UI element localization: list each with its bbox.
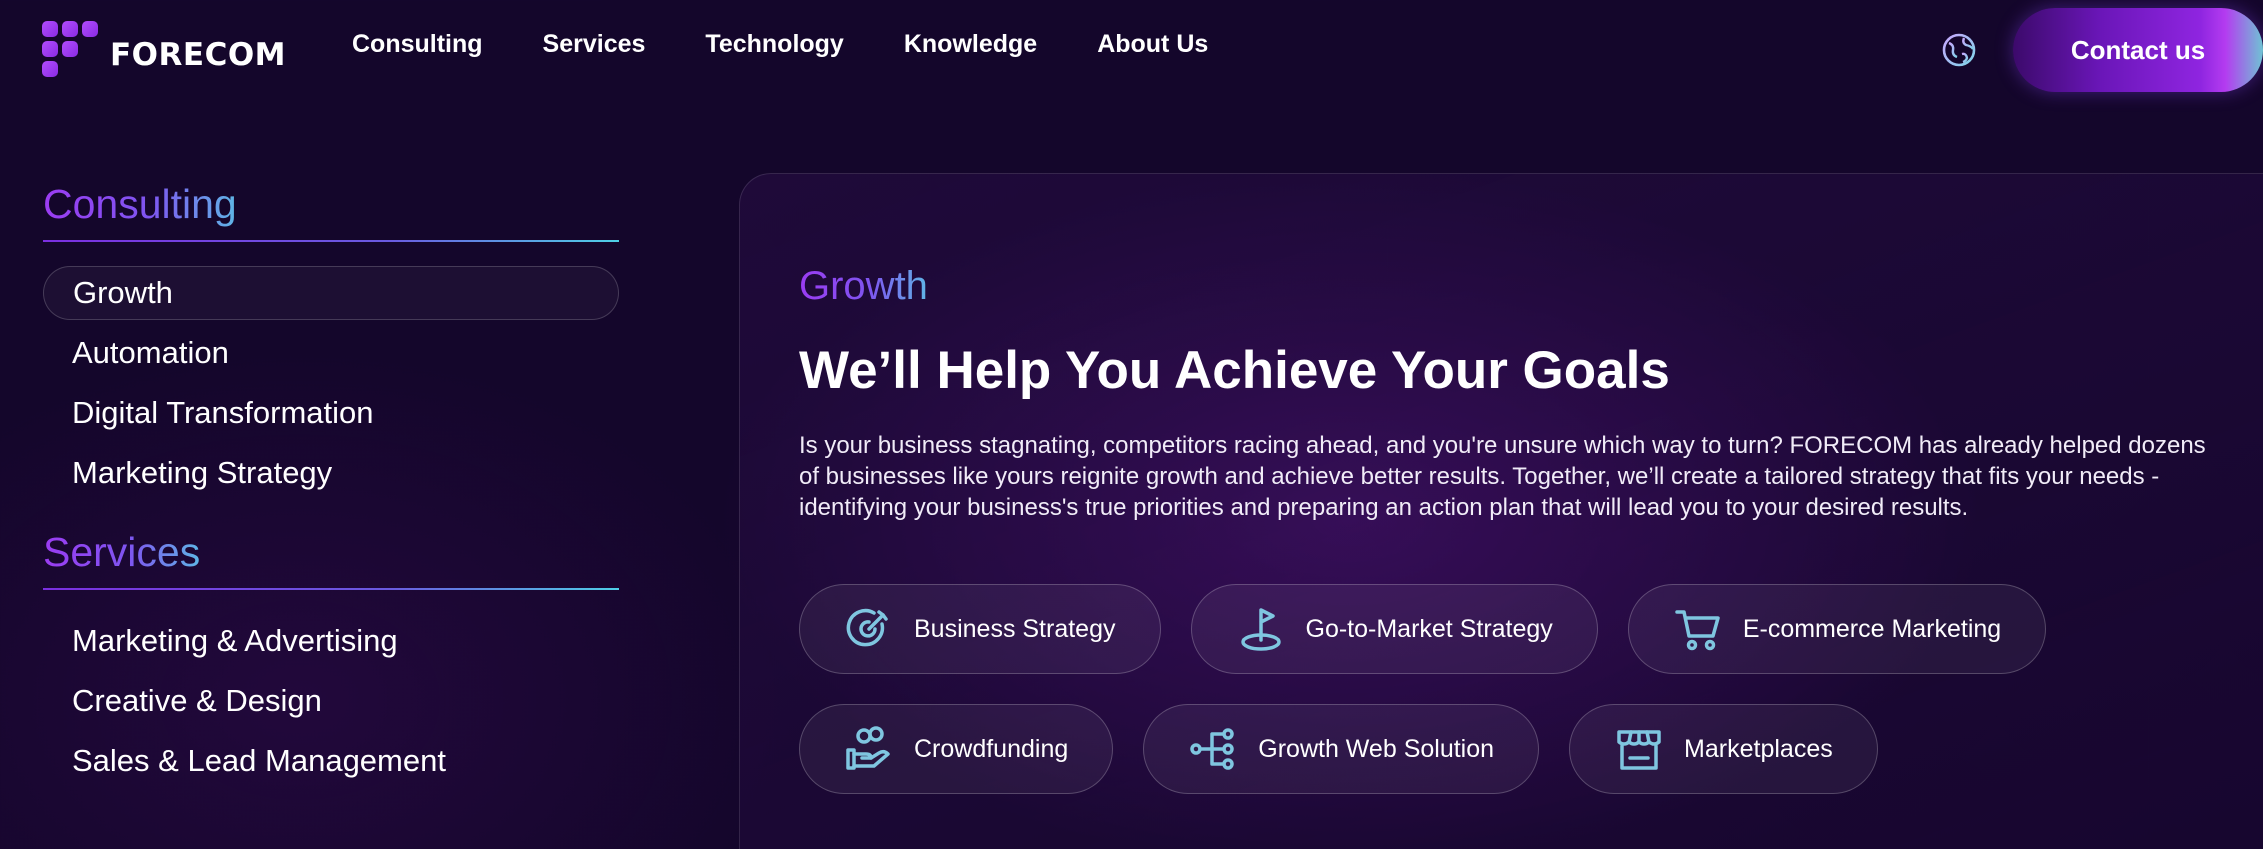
sidebar-section-services: Services Marketing & Advertising Creativ… <box>43 528 619 788</box>
section-divider <box>43 240 619 242</box>
chip-label: Business Strategy <box>914 614 1116 643</box>
sidebar-list: Growth Automation Digital Transformation… <box>43 266 619 500</box>
storefront-icon <box>1617 730 1661 770</box>
chip-label: E-commerce Marketing <box>1742 614 2002 643</box>
sidebar-item-sales-lead-management[interactable]: Sales & Lead Management <box>43 734 619 788</box>
section-divider <box>43 588 619 590</box>
target-icon <box>846 608 888 647</box>
chip-growth-web-solution[interactable]: Growth Web Solution <box>1143 704 1540 794</box>
globe-icon[interactable] <box>1940 31 1978 69</box>
sidebar-section-consulting: Consulting Growth Automation Digital Tra… <box>43 180 619 500</box>
cart-icon <box>1675 610 1720 651</box>
chip-row: Business Strategy Go-to-Market Strategy <box>799 584 2239 674</box>
nav-knowledge[interactable]: Knowledge <box>904 30 1037 59</box>
chip-ecommerce-marketing[interactable]: E-commerce Marketing <box>1627 584 2047 674</box>
sidebar-section-title[interactable]: Consulting <box>43 180 237 228</box>
site-header: FORECOM Consulting Services Technology K… <box>0 0 2263 100</box>
service-chips: Business Strategy Go-to-Market Strategy <box>799 584 2239 824</box>
logo-mark-icon <box>42 21 100 79</box>
sidebar-item-marketing-strategy[interactable]: Marketing Strategy <box>43 446 619 500</box>
nav-about-us[interactable]: About Us <box>1097 30 1208 59</box>
sidebar-item-marketing-advertising[interactable]: Marketing & Advertising <box>43 614 619 668</box>
nav-consulting[interactable]: Consulting <box>352 30 483 59</box>
chip-label: Crowdfunding <box>914 734 1069 763</box>
chip-row: Crowdfunding Growth Web Solution Marketp… <box>799 704 2239 794</box>
chip-label: Growth Web Solution <box>1258 734 1495 763</box>
contact-us-button[interactable]: Contact us <box>2013 8 2263 92</box>
panel-description: Is your business stagnating, competitors… <box>799 432 2206 521</box>
hand-coins-icon <box>846 726 890 770</box>
sidebar-list: Marketing & Advertising Creative & Desig… <box>43 614 619 788</box>
nav-services[interactable]: Services <box>543 30 646 59</box>
forecom-logo[interactable]: FORECOM <box>42 21 286 79</box>
nav-technology[interactable]: Technology <box>705 30 843 59</box>
chip-business-strategy[interactable]: Business Strategy <box>799 584 1161 674</box>
flag-pin-icon <box>1240 608 1281 651</box>
sidebar-section-title[interactable]: Services <box>43 528 200 576</box>
panel-eyebrow: Growth <box>799 264 928 308</box>
sidebar-item-automation[interactable]: Automation <box>43 326 619 380</box>
chip-label: Marketplaces <box>1684 734 1833 763</box>
network-icon <box>1190 728 1235 770</box>
chip-go-to-market-strategy[interactable]: Go-to-Market Strategy <box>1190 584 1598 674</box>
logo-text: FORECOM <box>110 37 287 73</box>
page-title: We’ll Help You Achieve Your Goals <box>799 341 1670 400</box>
chip-label: Go-to-Market Strategy <box>1305 614 1553 643</box>
sidebar: Consulting Growth Automation Digital Tra… <box>43 180 619 794</box>
chip-marketplaces[interactable]: Marketplaces <box>1569 704 1878 794</box>
chip-crowdfunding[interactable]: Crowdfunding <box>799 704 1114 794</box>
sidebar-item-digital-transformation[interactable]: Digital Transformation <box>43 386 619 440</box>
main-nav: Consulting Services Technology Knowledge… <box>352 30 1268 59</box>
sidebar-item-growth[interactable]: Growth <box>43 266 619 320</box>
sidebar-item-creative-design[interactable]: Creative & Design <box>43 674 619 728</box>
content-panel: Growth We’ll Help You Achieve Your Goals… <box>739 173 2263 849</box>
